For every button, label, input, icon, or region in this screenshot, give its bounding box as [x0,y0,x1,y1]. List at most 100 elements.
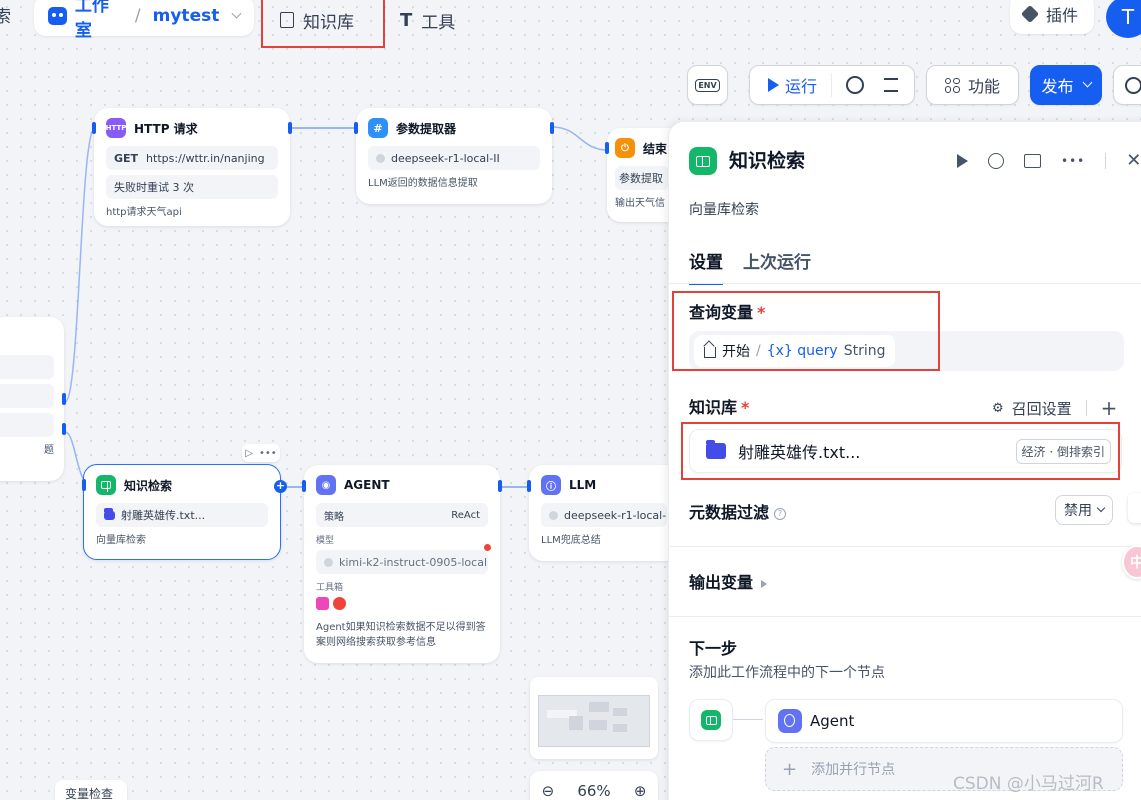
input-port[interactable] [527,480,531,492]
model-icon [324,557,333,567]
variable-check-button[interactable]: 变量检查 [55,780,127,800]
workspace-label[interactable]: 工作室 [75,0,123,41]
query-variable-selector[interactable]: 开始 / {x} query String [689,331,1124,371]
input-port[interactable] [82,479,86,491]
model-label: 模型 [316,536,335,546]
run-button[interactable]: 运行 [768,73,833,97]
tool-icon-1 [316,597,329,610]
node-param-extractor[interactable]: # 参数提取器 deepseek-r1-local-II LLM返回的数据信息提取 [354,108,554,204]
branch-field-1 [0,355,54,379]
run-node-icon[interactable]: ▷ [245,448,253,459]
http-icon: HTTP [106,118,126,138]
features-button[interactable]: 功能 [926,65,1019,105]
kb-file-name: 射雕英雄传.txt... [121,509,206,522]
zoom-in-icon[interactable]: ⊕ [634,782,647,800]
book-icon [701,710,721,730]
app-name[interactable]: mytest [153,6,220,26]
panel-title[interactable]: 知识检索 [729,146,805,173]
metadata-filter-select[interactable]: 禁用 [1055,495,1113,525]
divider [669,283,1141,284]
strategy-label: 策略 [324,511,344,523]
user-avatar[interactable]: T [1106,0,1141,38]
tab-last-run[interactable]: 上次运行 [743,248,811,285]
tool-icon-2 [333,597,346,610]
book-icon [96,475,116,495]
home-icon [704,347,716,358]
nav-tab-label: 知识库 [303,12,354,33]
zoom-out-icon[interactable]: ⊖ [542,782,555,800]
nav-tab-tools[interactable]: T 工具 [400,0,455,40]
features-icon [944,77,960,93]
clock-icon [1124,76,1141,94]
knowledge-item[interactable]: 射雕英雄传.txt... 经济 · 倒排索引 [689,429,1122,473]
publish-label: 发布 [1041,77,1074,96]
docs-icon[interactable] [1024,153,1041,168]
node-mini-toolbar[interactable]: ▷ ••• [242,444,280,462]
retry-text: 失败时重试 3 次 [114,181,194,194]
add-knowledge-icon[interactable]: + [1101,396,1118,420]
run-history-icon[interactable] [846,76,865,94]
publish-button[interactable]: 发布 [1030,65,1102,105]
node-desc: 题 [44,445,54,456]
panel-description[interactable]: 向量库检索 [689,199,759,219]
workspace-selector[interactable]: 工作室 / mytest [34,0,254,41]
input-port[interactable] [605,142,609,154]
metadata-filter-label: 元数据过滤? [689,499,787,523]
close-icon[interactable]: ✕ [1126,150,1141,171]
node-http-request[interactable]: HTTP HTTP 请求 GET https://wttr.in/nanjing 失… [92,108,292,226]
panel-tabs: 设置 上次运行 [689,248,811,285]
add-next-node-button[interactable]: + [274,480,287,493]
zoom-controls: ⊖ 66% ⊕ [530,771,658,800]
recall-settings-button[interactable]: 召回设置 [1012,398,1072,419]
branch-field-2 [0,384,54,408]
next-node-agent[interactable]: Agent [765,699,1123,743]
http-url: https://wttr.in/nanjing [146,151,265,165]
output-port[interactable] [498,480,502,492]
more-icon[interactable]: ••• [1061,154,1085,168]
node-agent[interactable]: ◉ AGENT 策略 ReAct 模型 kimi-k2-instruct-0905-… [302,465,502,663]
recall-settings-icon[interactable]: ⚙ [992,401,1004,416]
chevron-down-icon[interactable] [231,8,242,19]
plugins-button[interactable]: 插件 [1010,0,1094,34]
output-port[interactable] [288,122,292,134]
input-port[interactable] [92,122,96,134]
node-end[interactable]: ⏻ 结束 参数提取 输出天气信 [605,128,677,222]
output-variables-toggle[interactable]: 输出变量 [689,569,768,593]
tools-icon: T [400,9,413,31]
minimap[interactable] [530,677,658,759]
folder-icon [104,507,115,520]
checklist-icon[interactable] [884,78,899,92]
panel-actions: ••• ✕ [957,150,1141,171]
nav-tab-label: 工具 [421,12,456,33]
watermark: CSDN @小马过河R [953,774,1104,794]
grid-icon: # [368,118,388,138]
features-label: 功能 [967,77,1000,96]
node-knowledge-retrieval[interactable]: 知识检索 射雕英雄传.txt... 向量库检索 [82,464,281,560]
more-icon[interactable]: ••• [259,448,277,459]
zoom-level[interactable]: 66% [577,782,610,800]
query-variable-chip[interactable]: 开始 / {x} query String [694,335,896,367]
input-port[interactable] [302,480,306,492]
locate-icon[interactable] [988,152,1004,169]
floating-grid-button[interactable] [1128,493,1141,523]
output-port-1[interactable] [62,393,66,405]
output-port[interactable] [550,122,554,134]
divider [1105,152,1107,169]
agent-icon: ◉ [316,475,336,495]
nav-cut-text[interactable]: 索 [0,2,11,27]
env-button[interactable]: ENV [687,65,728,105]
error-dot [484,544,491,551]
input-port[interactable] [354,122,358,134]
help-icon[interactable]: ? [774,507,787,520]
run-node-icon[interactable] [957,153,968,168]
node-branch[interactable]: 题 [0,317,66,481]
node-llm[interactable]: ⓘ LLM deepseek-r1-local-II LLM兜底总结 [527,465,679,561]
next-node-label: Agent [810,712,855,730]
model-name: deepseek-r1-local-II [564,508,667,522]
node-title: 参数提取器 [396,121,457,136]
output-port-2[interactable] [62,423,66,435]
tab-settings[interactable]: 设置 [689,248,723,285]
version-history-button[interactable] [1113,65,1141,105]
agent-icon [778,709,802,733]
nav-tab-knowledge[interactable]: 知识库 [262,0,384,40]
